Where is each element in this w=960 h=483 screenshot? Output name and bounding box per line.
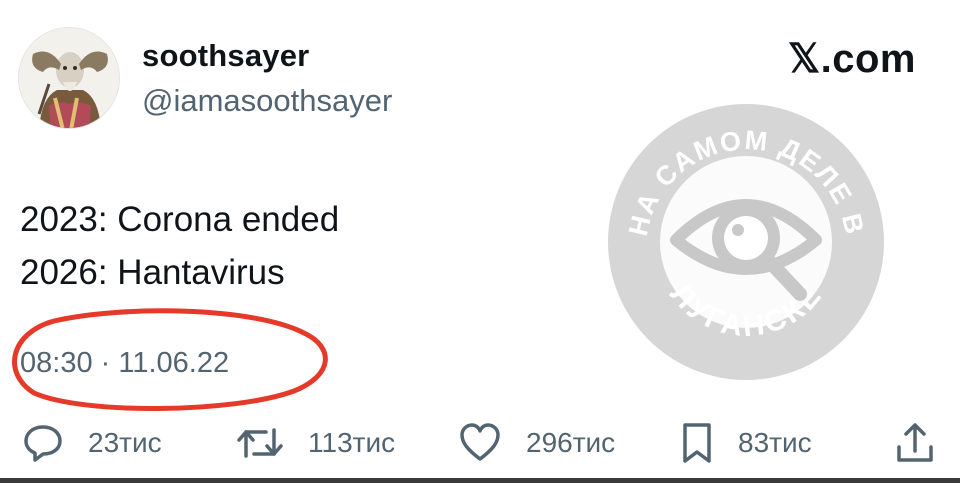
brand-logo: 𝕏.com (787, 37, 916, 81)
bookmark-icon (683, 423, 711, 463)
reply-icon (24, 425, 62, 462)
bookmark-count: 83тис (738, 427, 812, 458)
reply-count: 23тис (88, 427, 162, 458)
user-handle[interactable]: @iamasoothsayer (142, 83, 392, 119)
tweet-timestamp[interactable]: 08:30 · 11.06.22 (20, 347, 229, 380)
avatar[interactable] (18, 27, 120, 129)
tweet-line: 2023: Corona ended (20, 200, 340, 239)
repost-count: 113тис (308, 427, 396, 458)
repost-icon (237, 428, 283, 458)
reply-button[interactable]: 23тис (22, 415, 162, 471)
tweet-text: 2023: Corona ended 2026: Hantavirus (20, 193, 339, 299)
tweet-line: 2026: Hantavirus (20, 253, 285, 292)
divider (0, 478, 960, 483)
like-count: 296тис (526, 427, 616, 458)
display-name[interactable]: soothsayer (142, 38, 309, 74)
avatar-image (19, 28, 119, 128)
repost-button[interactable]: 113тис (236, 415, 395, 471)
watermark-seal: НА САМОМ ДЕЛЕ В ЛУГАНСКЕ (608, 104, 884, 380)
heart-icon (460, 423, 500, 461)
tweet-action-bar: 23тис 113тис 296тис 83тис (0, 415, 960, 471)
share-button[interactable] (894, 415, 936, 471)
bookmark-button[interactable]: 83тис (680, 415, 812, 471)
like-button[interactable]: 296тис (458, 415, 615, 471)
share-icon (897, 423, 933, 462)
